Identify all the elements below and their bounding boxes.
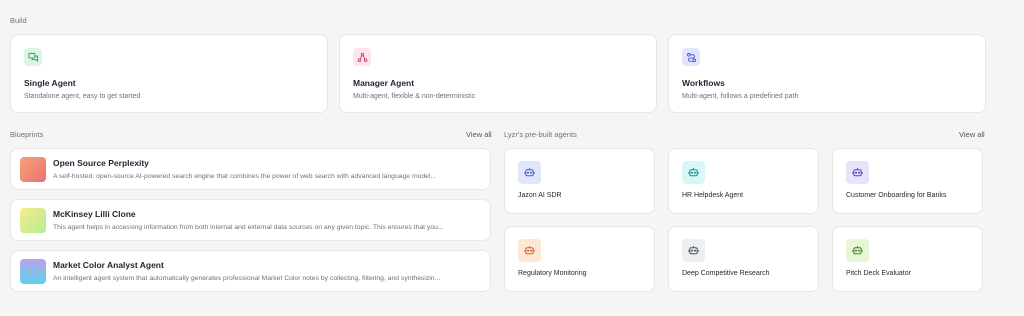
blueprints-section-label: Blueprints [10,130,44,139]
blueprint-title: Open Source Perplexity [53,158,149,168]
blueprint-thumbnail [20,208,46,233]
workflows-title: Workflows [682,78,725,88]
prebuilt-view-all-link[interactable]: View all [959,130,985,139]
robot-icon [846,161,869,184]
workflows-desc: Multi-agent, follows a predefined path [682,93,799,100]
blueprint-item-market-color-analyst[interactable]: Market Color Analyst Agent An intelligen… [10,250,491,292]
single-agent-card[interactable]: Single Agent Standalone agent, easy to g… [10,34,328,113]
manager-agent-card[interactable]: Manager Agent Multi-agent, flexible & no… [339,34,657,113]
agent-title: Customer Onboarding for Banks [846,192,947,199]
robot-icon [518,239,541,262]
single-agent-desc: Standalone agent, easy to get started [24,93,141,100]
blueprint-desc: A self-hosted, open-source AI-powered se… [53,173,437,180]
agent-card-deep-competitive-research[interactable]: Deep Competitive Research [668,226,819,292]
agent-card-pitch-deck-evaluator[interactable]: Pitch Deck Evaluator [832,226,983,292]
chat-icon [24,48,42,66]
agent-card-jazon-ai-sdr[interactable]: Jazon AI SDR [504,148,655,214]
single-agent-title: Single Agent [24,78,76,88]
network-icon [353,48,371,66]
workflows-card[interactable]: Workflows Multi-agent, follows a predefi… [668,34,986,113]
build-section-label: Build [10,16,27,25]
robot-icon [518,161,541,184]
robot-icon [846,239,869,262]
blueprint-title: Market Color Analyst Agent [53,260,164,270]
agent-title: Deep Competitive Research [682,270,770,277]
blueprint-thumbnail [20,157,46,182]
blueprint-item-mckinsey-lilli-clone[interactable]: McKinsey Lilli Clone This agent helps in… [10,199,491,241]
blueprint-title: McKinsey Lilli Clone [53,209,136,219]
blueprint-item-open-source-perplexity[interactable]: Open Source Perplexity A self-hosted, op… [10,148,491,190]
agent-card-regulatory-monitoring[interactable]: Regulatory Monitoring [504,226,655,292]
robot-icon [682,239,705,262]
blueprint-desc: This agent helps in accessing informatio… [53,224,444,231]
agent-card-customer-onboarding[interactable]: Customer Onboarding for Banks [832,148,983,214]
robot-icon [682,161,705,184]
prebuilt-section-label: Lyzr's pre-built agents [504,130,577,139]
manager-agent-title: Manager Agent [353,78,415,88]
agent-title: Pitch Deck Evaluator [846,270,911,277]
route-icon [682,48,700,66]
agent-title: Jazon AI SDR [518,192,562,199]
agent-title: HR Helpdesk Agent [682,192,744,199]
agent-card-hr-helpdesk[interactable]: HR Helpdesk Agent [668,148,819,214]
blueprint-thumbnail [20,259,46,284]
blueprint-desc: An intelligent agent system that automat… [53,275,441,282]
blueprints-view-all-link[interactable]: View all [466,130,492,139]
manager-agent-desc: Multi-agent, flexible & non-deterministi… [353,93,476,100]
agent-title: Regulatory Monitoring [518,270,587,277]
